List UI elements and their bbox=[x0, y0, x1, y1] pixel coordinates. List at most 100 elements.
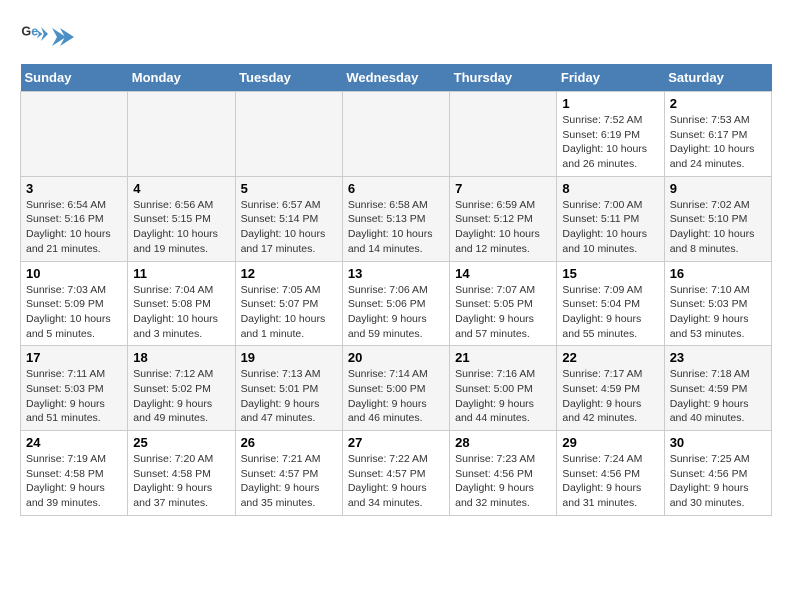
day-number: 29 bbox=[562, 435, 658, 450]
logo: G e bbox=[20, 20, 74, 48]
day-info: Sunrise: 7:17 AM Sunset: 4:59 PM Dayligh… bbox=[562, 367, 658, 426]
page-container: G e bbox=[0, 0, 792, 526]
week-row-4: 17Sunrise: 7:11 AM Sunset: 5:03 PM Dayli… bbox=[21, 346, 772, 431]
day-info: Sunrise: 7:25 AM Sunset: 4:56 PM Dayligh… bbox=[670, 452, 766, 511]
svg-text:e: e bbox=[31, 24, 38, 38]
calendar-cell: 1Sunrise: 7:52 AM Sunset: 6:19 PM Daylig… bbox=[557, 92, 664, 177]
logo-chevron bbox=[52, 28, 74, 46]
week-row-3: 10 Sunrise: 7:03 AM Sunset: 5:09 PM Dayli… bbox=[21, 261, 772, 346]
day-info: Sunrise: 7:21 AM Sunset: 4:57 PM Dayligh… bbox=[241, 452, 337, 511]
day-number: 19 bbox=[241, 350, 337, 365]
day-info: Sunrise: 7:12 AM Sunset: 5:02 PM Dayligh… bbox=[133, 367, 229, 426]
calendar-cell: 2 Sunrise: 7:53 AM Sunset: 6:17 PM Daylig… bbox=[664, 92, 771, 177]
svg-text:G: G bbox=[21, 24, 31, 38]
calendar-cell: 16 Sunrise: 7:10 AM Sunset: 5:03 PM Dayli… bbox=[664, 261, 771, 346]
day-info: Sunrise: 6:58 AM Sunset: 5:13 PM Dayligh… bbox=[348, 198, 444, 257]
calendar-cell: 24Sunrise: 7:19 AM Sunset: 4:58 PM Dayli… bbox=[21, 431, 128, 516]
week-row-1: 1Sunrise: 7:52 AM Sunset: 6:19 PM Daylig… bbox=[21, 92, 772, 177]
day-info: Sunrise: 7:04 AM Sunset: 5:08 PM Dayligh… bbox=[133, 283, 229, 342]
week-row-5: 24Sunrise: 7:19 AM Sunset: 4:58 PM Dayli… bbox=[21, 431, 772, 516]
day-number: 20 bbox=[348, 350, 444, 365]
day-info: Sunrise: 7:02 AM Sunset: 5:10 PM Dayligh… bbox=[670, 198, 766, 257]
calendar-cell: 14 Sunrise: 7:07 AM Sunset: 5:05 PM Dayli… bbox=[450, 261, 557, 346]
calendar-cell: 20Sunrise: 7:14 AM Sunset: 5:00 PM Dayli… bbox=[342, 346, 449, 431]
calendar-cell: 29 Sunrise: 7:24 AM Sunset: 4:56 PM Dayli… bbox=[557, 431, 664, 516]
calendar-cell: 15 Sunrise: 7:09 AM Sunset: 5:04 PM Dayli… bbox=[557, 261, 664, 346]
day-info: Sunrise: 7:11 AM Sunset: 5:03 PM Dayligh… bbox=[26, 367, 122, 426]
day-info: Sunrise: 7:00 AM Sunset: 5:11 PM Dayligh… bbox=[562, 198, 658, 257]
day-info: Sunrise: 7:23 AM Sunset: 4:56 PM Dayligh… bbox=[455, 452, 551, 511]
day-number: 4 bbox=[133, 181, 229, 196]
day-info: Sunrise: 7:05 AM Sunset: 5:07 PM Dayligh… bbox=[241, 283, 337, 342]
calendar-cell bbox=[235, 92, 342, 177]
day-number: 25 bbox=[133, 435, 229, 450]
day-number: 30 bbox=[670, 435, 766, 450]
day-header-wednesday: Wednesday bbox=[342, 64, 449, 92]
calendar-cell: 8 Sunrise: 7:00 AM Sunset: 5:11 PM Daylig… bbox=[557, 176, 664, 261]
calendar-cell: 17Sunrise: 7:11 AM Sunset: 5:03 PM Dayli… bbox=[21, 346, 128, 431]
week-row-2: 3Sunrise: 6:54 AM Sunset: 5:16 PM Daylig… bbox=[21, 176, 772, 261]
calendar-cell: 22 Sunrise: 7:17 AM Sunset: 4:59 PM Dayli… bbox=[557, 346, 664, 431]
calendar-cell: 21 Sunrise: 7:16 AM Sunset: 5:00 PM Dayli… bbox=[450, 346, 557, 431]
header: G e bbox=[20, 20, 772, 48]
calendar-cell bbox=[21, 92, 128, 177]
day-info: Sunrise: 7:03 AM Sunset: 5:09 PM Dayligh… bbox=[26, 283, 122, 342]
calendar-cell: 11 Sunrise: 7:04 AM Sunset: 5:08 PM Dayli… bbox=[128, 261, 235, 346]
day-number: 7 bbox=[455, 181, 551, 196]
day-number: 12 bbox=[241, 266, 337, 281]
calendar-header-row: SundayMondayTuesdayWednesdayThursdayFrid… bbox=[21, 64, 772, 92]
day-number: 16 bbox=[670, 266, 766, 281]
day-number: 18 bbox=[133, 350, 229, 365]
calendar-cell: 12 Sunrise: 7:05 AM Sunset: 5:07 PM Dayli… bbox=[235, 261, 342, 346]
calendar-cell: 3Sunrise: 6:54 AM Sunset: 5:16 PM Daylig… bbox=[21, 176, 128, 261]
day-number: 22 bbox=[562, 350, 658, 365]
calendar-cell: 23Sunrise: 7:18 AM Sunset: 4:59 PM Dayli… bbox=[664, 346, 771, 431]
day-number: 8 bbox=[562, 181, 658, 196]
day-info: Sunrise: 7:10 AM Sunset: 5:03 PM Dayligh… bbox=[670, 283, 766, 342]
day-number: 2 bbox=[670, 96, 766, 111]
calendar-cell: 4 Sunrise: 6:56 AM Sunset: 5:15 PM Daylig… bbox=[128, 176, 235, 261]
day-info: Sunrise: 7:06 AM Sunset: 5:06 PM Dayligh… bbox=[348, 283, 444, 342]
day-info: Sunrise: 7:16 AM Sunset: 5:00 PM Dayligh… bbox=[455, 367, 551, 426]
calendar-cell: 28 Sunrise: 7:23 AM Sunset: 4:56 PM Dayli… bbox=[450, 431, 557, 516]
day-info: Sunrise: 7:07 AM Sunset: 5:05 PM Dayligh… bbox=[455, 283, 551, 342]
day-number: 13 bbox=[348, 266, 444, 281]
day-info: Sunrise: 7:19 AM Sunset: 4:58 PM Dayligh… bbox=[26, 452, 122, 511]
logo-icon: G e bbox=[20, 20, 48, 48]
day-info: Sunrise: 6:56 AM Sunset: 5:15 PM Dayligh… bbox=[133, 198, 229, 257]
calendar-cell bbox=[128, 92, 235, 177]
day-number: 10 bbox=[26, 266, 122, 281]
day-header-monday: Monday bbox=[128, 64, 235, 92]
day-header-saturday: Saturday bbox=[664, 64, 771, 92]
day-header-thursday: Thursday bbox=[450, 64, 557, 92]
calendar-cell bbox=[450, 92, 557, 177]
day-header-tuesday: Tuesday bbox=[235, 64, 342, 92]
calendar-cell: 5 Sunrise: 6:57 AM Sunset: 5:14 PM Daylig… bbox=[235, 176, 342, 261]
day-number: 1 bbox=[562, 96, 658, 111]
day-number: 9 bbox=[670, 181, 766, 196]
day-info: Sunrise: 7:13 AM Sunset: 5:01 PM Dayligh… bbox=[241, 367, 337, 426]
day-info: Sunrise: 6:54 AM Sunset: 5:16 PM Dayligh… bbox=[26, 198, 122, 257]
calendar-cell: 10 Sunrise: 7:03 AM Sunset: 5:09 PM Dayli… bbox=[21, 261, 128, 346]
day-number: 11 bbox=[133, 266, 229, 281]
day-number: 6 bbox=[348, 181, 444, 196]
day-number: 28 bbox=[455, 435, 551, 450]
day-number: 14 bbox=[455, 266, 551, 281]
calendar-cell: 13 Sunrise: 7:06 AM Sunset: 5:06 PM Dayli… bbox=[342, 261, 449, 346]
day-info: Sunrise: 7:09 AM Sunset: 5:04 PM Dayligh… bbox=[562, 283, 658, 342]
day-number: 26 bbox=[241, 435, 337, 450]
calendar-cell: 6 Sunrise: 6:58 AM Sunset: 5:13 PM Daylig… bbox=[342, 176, 449, 261]
day-info: Sunrise: 6:57 AM Sunset: 5:14 PM Dayligh… bbox=[241, 198, 337, 257]
day-number: 5 bbox=[241, 181, 337, 196]
calendar-cell bbox=[342, 92, 449, 177]
day-header-sunday: Sunday bbox=[21, 64, 128, 92]
day-number: 15 bbox=[562, 266, 658, 281]
day-number: 27 bbox=[348, 435, 444, 450]
day-info: Sunrise: 7:53 AM Sunset: 6:17 PM Dayligh… bbox=[670, 113, 766, 172]
calendar-cell: 25Sunrise: 7:20 AM Sunset: 4:58 PM Dayli… bbox=[128, 431, 235, 516]
day-number: 21 bbox=[455, 350, 551, 365]
day-info: Sunrise: 7:24 AM Sunset: 4:56 PM Dayligh… bbox=[562, 452, 658, 511]
day-number: 23 bbox=[670, 350, 766, 365]
calendar-cell: 7Sunrise: 6:59 AM Sunset: 5:12 PM Daylig… bbox=[450, 176, 557, 261]
calendar-table: SundayMondayTuesdayWednesdayThursdayFrid… bbox=[20, 64, 772, 516]
